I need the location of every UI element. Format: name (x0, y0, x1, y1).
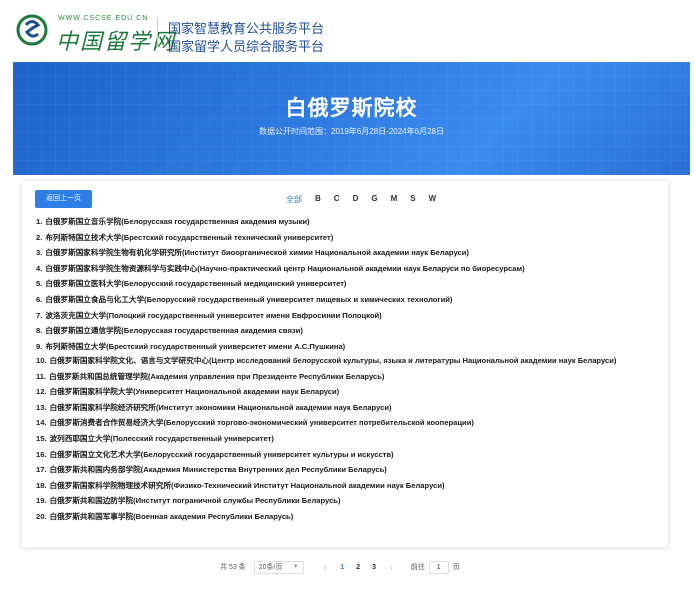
school-name[interactable]: 白俄罗斯共和国边防学院(Институт пограничной службы … (50, 496, 341, 505)
school-index: 12. (36, 387, 47, 396)
logo-text[interactable]: 中国留学网 (56, 24, 176, 56)
goto-page-input[interactable] (429, 561, 449, 574)
school-item[interactable]: 6.白俄罗斯国立食品与化工大学(Белорусский государствен… (36, 292, 660, 308)
school-index: 5. (36, 279, 42, 288)
prev-page-icon[interactable]: ‹ (324, 563, 327, 572)
school-index: 3. (36, 248, 42, 257)
platform-title-2: 国家留学人员综合服务平台 (168, 36, 324, 55)
page-suffix: 页 (453, 562, 460, 572)
pagination: 共 53 条 20条/页 ▼ ‹ 1 2 3 › 前往 页 (220, 560, 460, 574)
logo-url: WWW.CSCSE.EDU.CN (58, 15, 148, 22)
school-list-card: 返回上一页 全部 B C D G M S W 1.白俄罗斯国立音乐学院(Бело… (22, 181, 668, 547)
school-item[interactable]: 16.白俄罗斯国立文化艺术大学(Белорусский государствен… (36, 447, 660, 463)
school-index: 14. (36, 418, 47, 427)
school-index: 19. (36, 496, 47, 505)
school-index: 16. (36, 450, 47, 459)
school-item[interactable]: 5.白俄罗斯国立医科大学(Белорусский государственный… (36, 276, 660, 292)
school-item[interactable]: 13.白俄罗斯国家科学院经济研究所(Институт экономики Нац… (36, 400, 660, 416)
letter-filter-b[interactable]: B (315, 194, 321, 206)
banner: 白俄罗斯院校 数据公开时间范围：2019年6月28日-2024年6月28日 (13, 62, 690, 175)
school-index: 17. (36, 465, 47, 474)
page-size-value: 20条/页 (259, 562, 283, 572)
school-item[interactable]: 3.白俄罗斯国家科学院生物有机化学研究所(Институт биоорганич… (36, 245, 660, 261)
school-index: 6. (36, 295, 42, 304)
school-name[interactable]: 白俄罗斯共和国总统管理学院(Академия управления при Пр… (49, 372, 384, 381)
school-index: 1. (36, 217, 42, 226)
school-index: 11. (36, 372, 46, 381)
school-item[interactable]: 19.白俄罗斯共和国边防学院(Институт пограничной служ… (36, 493, 660, 509)
back-button[interactable]: 返回上一页 (35, 190, 92, 208)
school-index: 7. (36, 311, 42, 320)
letter-filter-all[interactable]: 全部 (286, 194, 302, 206)
page-title: 白俄罗斯院校 (13, 92, 690, 122)
school-name[interactable]: 白俄罗斯国家科学院生物资源科学与实践中心(Научно-практический… (45, 264, 524, 273)
school-name[interactable]: 白俄罗斯国家科学院生物有机化学研究所(Институт биоорганичес… (45, 248, 469, 257)
school-index: 2. (36, 233, 42, 242)
goto-label: 前往 (411, 562, 425, 572)
school-item[interactable]: 15.波列西耶国立大学(Полесский государственный ун… (36, 431, 660, 447)
page-1-button[interactable]: 1 (340, 564, 344, 571)
school-item[interactable]: 18.白俄罗斯国家科学院物理技术研究所(Физико-Технический И… (36, 478, 660, 494)
page-2-button[interactable]: 2 (356, 564, 360, 571)
school-name[interactable]: 布列斯特国立技术大学(Брестский государственный тех… (45, 233, 333, 242)
school-name[interactable]: 布列斯特国立大学(Брестский государственный униве… (45, 342, 345, 351)
school-name[interactable]: 白俄罗斯国家科学院大学(Университет Национальной ака… (50, 387, 340, 396)
school-name[interactable]: 波洛茨克国立大学(Полоцкий государственный универ… (45, 311, 381, 320)
letter-filter-g[interactable]: G (371, 194, 377, 206)
chevron-down-icon: ▼ (293, 564, 299, 570)
school-index: 20. (36, 512, 47, 521)
total-count: 共 53 条 (220, 562, 246, 572)
school-item[interactable]: 7.波洛茨克国立大学(Полоцкий государственный унив… (36, 308, 660, 324)
school-index: 8. (36, 326, 42, 335)
school-index: 10. (36, 356, 47, 365)
school-item[interactable]: 17.白俄罗斯共和国内务部学院(Академия Министерства Вн… (36, 462, 660, 478)
platform-title-1: 国家智慧教育公共服务平台 (168, 18, 324, 37)
school-name[interactable]: 波列西耶国立大学(Полесский государственный униве… (50, 434, 274, 443)
next-page-icon[interactable]: › (390, 563, 393, 572)
school-list: 1.白俄罗斯国立音乐学院(Белорусская государственная… (36, 214, 660, 524)
school-name[interactable]: 白俄罗斯国立音乐学院(Белорусская государственная а… (45, 217, 309, 226)
school-item[interactable]: 14.白俄罗斯消费者合作贸易经济大学(Белорусский торгово-э… (36, 415, 660, 431)
school-item[interactable]: 2.布列斯特国立技术大学(Брестский государственный т… (36, 230, 660, 246)
school-name[interactable]: 白俄罗斯国家科学院文化、语言与文学研究中心(Центр исследований… (50, 356, 617, 365)
school-name[interactable]: 白俄罗斯消费者合作贸易经济大学(Белорусский торгово-экон… (50, 418, 474, 427)
school-name[interactable]: 白俄罗斯国家科学院物理技术研究所(Физико-Технический Инст… (50, 481, 445, 490)
school-index: 15. (36, 434, 47, 443)
school-item[interactable]: 12.白俄罗斯国家科学院大学(Университет Национальной … (36, 384, 660, 400)
school-name[interactable]: 白俄罗斯共和国内务部学院(Академия Министерства Внутр… (50, 465, 387, 474)
school-index: 9. (36, 342, 42, 351)
school-item[interactable]: 8.白俄罗斯国立通信学院(Белорусская государственная… (36, 323, 660, 339)
site-header: WWW.CSCSE.EDU.CN 中国留学网 国家智慧教育公共服务平台 国家留学… (0, 0, 695, 62)
cscse-logo-icon[interactable] (16, 14, 48, 46)
letter-filter-s[interactable]: S (410, 194, 415, 206)
letter-filter: 全部 B C D G M S W (286, 194, 449, 206)
school-index: 18. (36, 481, 47, 490)
school-index: 13. (36, 403, 47, 412)
school-item[interactable]: 11.白俄罗斯共和国总统管理学院(Академия управления при… (36, 369, 660, 385)
school-item[interactable]: 4.白俄罗斯国家科学院生物资源科学与实践中心(Научно-практическ… (36, 261, 660, 277)
school-item[interactable]: 9.布列斯特国立大学(Брестский государственный уни… (36, 339, 660, 355)
school-name[interactable]: 白俄罗斯国家科学院经济研究所(Институт экономики Национ… (50, 403, 392, 412)
page-size-select[interactable]: 20条/页 ▼ (254, 561, 304, 574)
letter-filter-w[interactable]: W (429, 194, 437, 206)
header-divider (157, 18, 158, 48)
school-index: 4. (36, 264, 42, 273)
letter-filter-c[interactable]: C (334, 194, 340, 206)
school-name[interactable]: 白俄罗斯国立食品与化工大学(Белорусский государственны… (45, 295, 452, 304)
school-name[interactable]: 白俄罗斯国立医科大学(Белорусский государственный м… (45, 279, 346, 288)
letter-filter-m[interactable]: M (391, 194, 398, 206)
page-3-button[interactable]: 3 (372, 564, 376, 571)
school-item[interactable]: 20.白俄罗斯共和国军事学院(Военная академия Республи… (36, 509, 660, 525)
school-name[interactable]: 白俄罗斯国立通信学院(Белорусская государственная а… (45, 326, 303, 335)
school-item[interactable]: 1.白俄罗斯国立音乐学院(Белорусская государственная… (36, 214, 660, 230)
school-name[interactable]: 白俄罗斯共和国军事学院(Военная академия Республики … (50, 512, 294, 521)
school-name[interactable]: 白俄罗斯国立文化艺术大学(Белорусский государственный… (50, 450, 394, 459)
school-item[interactable]: 10.白俄罗斯国家科学院文化、语言与文学研究中心(Центр исследова… (36, 354, 660, 368)
data-date-range: 数据公开时间范围：2019年6月28日-2024年6月28日 (13, 126, 690, 137)
letter-filter-d[interactable]: D (353, 194, 359, 206)
